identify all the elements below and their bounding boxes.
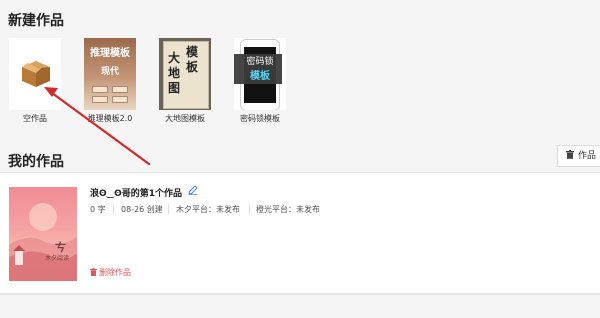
work-card: 木夕阅读 ㄘ 浪ʘ‿ʘ哥的第1个作品 0 字 08-26 创建 木夕平台：未发布…: [0, 172, 600, 294]
template-detective-label: 推理模板2.0: [87, 114, 133, 123]
pencil-icon[interactable]: [188, 185, 198, 195]
template-blank-label: 空作品: [23, 114, 47, 123]
template-password-label: 密码锁模板: [240, 114, 280, 123]
password-thumb-subtitle: 模板: [250, 71, 270, 82]
map-paper: 大 地 图 模 板: [163, 41, 209, 109]
template-password-thumb: 密码锁 模板: [234, 38, 286, 110]
template-password[interactable]: 密码锁 模板 密码锁模板: [234, 38, 286, 123]
new-works-title: 新建作品: [8, 13, 64, 29]
work-created-date: 08-26 创建: [121, 205, 163, 214]
trash-icon: [566, 150, 574, 159]
work-title[interactable]: 浪ʘ‿ʘ哥的第1个作品: [90, 186, 182, 199]
detective-thumb-button: [112, 96, 128, 103]
cardboard-box-icon: [22, 61, 50, 87]
meta-divider: [113, 204, 114, 214]
map-char: 板: [186, 60, 199, 74]
my-works-title: 我的作品: [8, 154, 64, 170]
template-blank-thumb: [9, 38, 61, 110]
works-toolbar-button[interactable]: 作品: [557, 145, 600, 167]
map-char: 模: [186, 45, 199, 59]
cover-illustration: [9, 203, 77, 281]
work-word-count: 0 字: [90, 205, 106, 214]
detective-thumb-button: [92, 96, 108, 103]
delete-work-button[interactable]: 删除作品: [90, 267, 131, 278]
meta-divider: [249, 204, 250, 214]
detective-thumb-subtitle: 现代: [100, 67, 119, 77]
template-detective-thumb: 推理模板 现代: [84, 38, 136, 110]
template-map[interactable]: 大 地 图 模 板 大地图模板: [159, 38, 211, 123]
map-char: 地: [168, 66, 181, 80]
meta-divider: [168, 204, 169, 214]
template-map-label: 大地图模板: [165, 114, 205, 123]
detective-thumb-button: [112, 86, 128, 93]
trash-icon: [90, 268, 97, 276]
template-detective[interactable]: 推理模板 现代 推理模板2.0: [84, 38, 136, 123]
cover-logo: ㄘ: [55, 241, 66, 254]
map-char: 图: [168, 81, 181, 95]
work-platform-status-1: 木夕平台：未发布: [176, 205, 240, 214]
work-platform-status-2: 橙光平台：未发布: [256, 205, 320, 214]
password-thumb-title: 密码锁: [246, 57, 274, 67]
detective-thumb-title: 推理模板: [90, 48, 130, 59]
template-map-thumb: 大 地 图 模 板: [159, 38, 211, 110]
detective-thumb-button: [92, 86, 108, 93]
template-blank[interactable]: 空作品: [9, 38, 61, 123]
work-cover[interactable]: 木夕阅读 ㄘ: [9, 187, 77, 281]
bottom-divider: [0, 294, 600, 295]
map-char: 大: [168, 51, 181, 65]
works-toolbar-label: 作品: [578, 151, 597, 161]
delete-work-label: 删除作品: [99, 268, 131, 277]
